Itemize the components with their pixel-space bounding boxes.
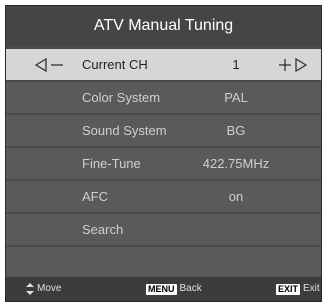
atv-manual-tuning-panel: ATV Manual Tuning Current CH 1 Color Sys…	[5, 5, 322, 302]
row-value: 422.75MHz	[202, 156, 270, 171]
row-current-ch[interactable]: Current CH 1	[6, 49, 321, 80]
row-label: AFC	[82, 189, 108, 204]
row-label: Sound System	[82, 123, 167, 138]
footer-menu-hint: MENU Back	[146, 277, 202, 301]
row-value: PAL	[224, 90, 248, 105]
row-label: Fine-Tune	[82, 156, 141, 171]
row-value: BG	[226, 123, 246, 138]
row-afc[interactable]: AFC on	[6, 181, 321, 212]
row-label: Search	[82, 222, 124, 237]
row-fine-tune[interactable]: Fine-Tune 422.75MHz	[6, 148, 321, 179]
row-sound-system[interactable]: Sound System BG	[6, 115, 321, 146]
footer-hint-bar: Move MENU Back EXIT Exit	[6, 277, 321, 301]
row-color-system[interactable]: Color System PAL	[6, 82, 321, 113]
row-search[interactable]: Search	[6, 214, 321, 245]
row-value: 1	[232, 57, 240, 72]
left-arrow-minus-icon[interactable]	[34, 58, 64, 72]
row-label: Color System	[82, 90, 161, 105]
settings-list: Current CH 1 Color System PAL Sound Syst…	[6, 49, 321, 280]
exit-label: Exit	[303, 283, 320, 294]
panel-title: ATV Manual Tuning	[6, 6, 321, 46]
menu-key[interactable]: MENU	[146, 283, 177, 295]
up-down-arrow-icon	[26, 283, 34, 295]
footer-move-hint: Move	[26, 277, 61, 301]
menu-label: Back	[179, 283, 202, 294]
exit-key[interactable]: EXIT	[276, 283, 301, 295]
row-empty	[6, 247, 321, 278]
move-label: Move	[37, 283, 62, 294]
row-value: on	[228, 189, 244, 204]
footer-exit-hint: EXIT Exit	[276, 277, 320, 301]
plus-right-arrow-icon[interactable]	[278, 57, 308, 73]
row-label: Current CH	[82, 57, 148, 72]
